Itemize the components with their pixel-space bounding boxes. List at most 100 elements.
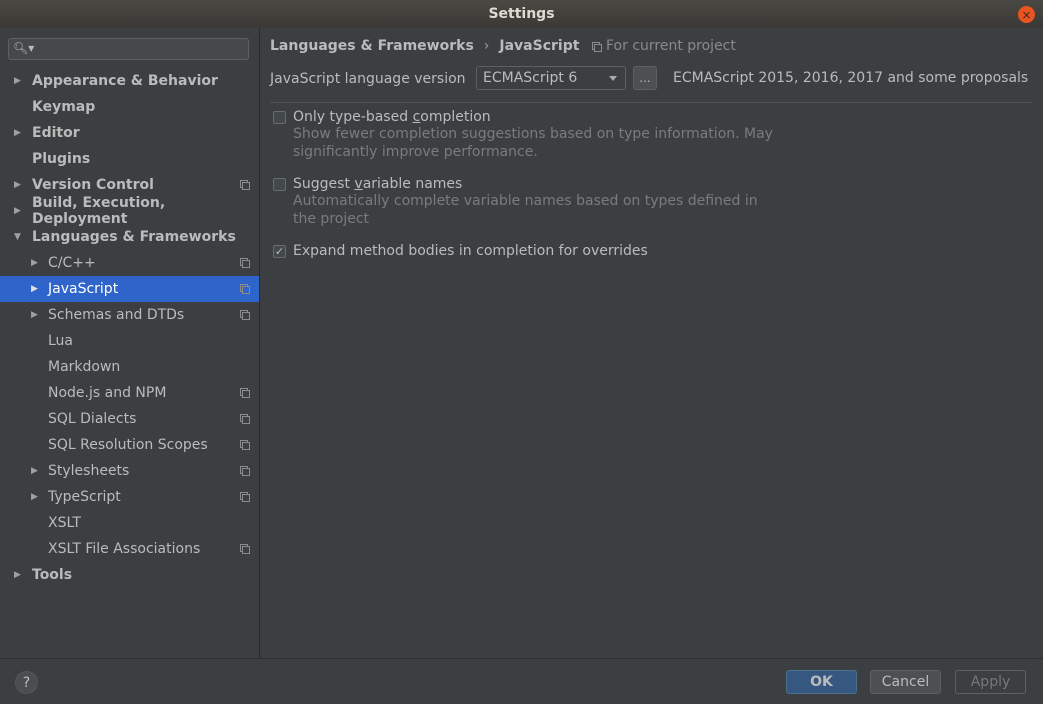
chevron-down-icon (609, 76, 617, 81)
project-scope-icon (240, 180, 250, 190)
sidebar-item-sql-resolution-scopes[interactable]: SQL Resolution Scopes (0, 432, 259, 458)
sidebar-item-plugins[interactable]: Plugins (0, 146, 259, 172)
project-scope-icon (240, 284, 250, 294)
suggest-variable-names-label[interactable]: Suggest variable names (293, 176, 462, 192)
collapsed-arrow-icon[interactable]: ▶ (31, 284, 38, 294)
sidebar-item-xslt[interactable]: XSLT (0, 510, 259, 536)
option-suggest-variable-names: Suggest variable names Automatically com… (273, 176, 773, 228)
sidebar-item-build-execution-deployment[interactable]: ▶ Build, Execution, Deployment (0, 195, 259, 227)
help-icon: ? (22, 674, 31, 691)
settings-panel: Languages & Frameworks › JavaScript For … (260, 28, 1043, 658)
project-scope-icon (240, 440, 250, 450)
type-based-completion-description: Show fewer completion suggestions based … (293, 126, 773, 160)
collapsed-arrow-icon[interactable]: ▶ (14, 570, 21, 580)
sidebar-item-schemas-and-dtds[interactable]: ▶ Schemas and DTDs (0, 302, 259, 328)
sidebar-item-node-js-and-npm[interactable]: Node.js and NPM (0, 380, 259, 406)
sidebar-item-label: Editor (32, 125, 80, 141)
sidebar-item-tools[interactable]: ▶ Tools (0, 562, 259, 588)
sidebar-item-label: Appearance & Behavior (32, 73, 218, 89)
ok-button[interactable]: OK (786, 670, 857, 694)
breadcrumb-separator: › (483, 38, 490, 54)
close-button[interactable]: × (1018, 6, 1035, 23)
collapsed-arrow-icon[interactable]: ▶ (14, 180, 21, 190)
option-expand-method-bodies: ✓ Expand method bodies in completion for… (273, 243, 648, 259)
expand-method-bodies-label[interactable]: Expand method bodies in completion for o… (293, 243, 648, 259)
collapsed-arrow-icon[interactable]: ▶ (31, 466, 38, 476)
settings-tree: ▶ Appearance & Behavior Keymap ▶ Editor Plugi… (0, 68, 259, 588)
sidebar-item-editor[interactable]: ▶ Editor (0, 120, 259, 146)
sidebar-item-markdown[interactable]: Markdown (0, 354, 259, 380)
apply-button[interactable]: Apply (955, 670, 1026, 694)
breadcrumb-parent[interactable]: Languages & Frameworks (270, 38, 474, 54)
collapsed-arrow-icon[interactable]: ▶ (31, 492, 38, 502)
project-scope-icon (240, 310, 250, 320)
sidebar-item-stylesheets[interactable]: ▶ Stylesheets (0, 458, 259, 484)
cancel-button[interactable]: Cancel (870, 670, 941, 694)
sidebar-item-label: Languages & Frameworks (32, 229, 236, 245)
language-version-more-button[interactable]: ... (633, 66, 657, 90)
breadcrumb-current: JavaScript (499, 38, 580, 54)
project-scope-icon (240, 258, 250, 268)
type-based-completion-checkbox[interactable] (273, 110, 286, 124)
dialog-footer: ? OK Cancel Apply (0, 659, 1043, 704)
sidebar-item-lua[interactable]: Lua (0, 328, 259, 354)
collapsed-arrow-icon[interactable]: ▶ (31, 310, 38, 320)
sidebar-item-label: Markdown (48, 359, 121, 375)
sidebar-item-label: SQL Resolution Scopes (48, 437, 208, 453)
sidebar-item-label: Tools (32, 567, 73, 583)
sidebar-item-label: Version Control (32, 177, 154, 193)
project-scope-icon (240, 466, 250, 476)
expand-method-bodies-checkbox[interactable]: ✓ (273, 244, 286, 258)
option-type-based-completion: Only type-based completion Show fewer co… (273, 109, 773, 161)
sidebar-item-label: XSLT File Associations (48, 541, 201, 557)
search-icon: 🔍︎▾ (13, 41, 35, 55)
sidebar-item-label: JavaScript (48, 281, 119, 297)
separator (270, 102, 1032, 103)
ellipsis-icon: ... (639, 71, 651, 85)
collapsed-arrow-icon[interactable]: ▶ (14, 206, 21, 216)
language-version-description: ECMAScript 2015, 2016, 2017 and some pro… (673, 70, 1029, 86)
check-icon: ✓ (274, 244, 285, 258)
project-scope-icon (592, 41, 602, 52)
sidebar-item-xslt-file-associations[interactable]: XSLT File Associations (0, 536, 259, 562)
suggest-variable-names-description: Automatically complete variable names ba… (293, 193, 758, 227)
sidebar-item-label: XSLT (48, 515, 81, 531)
window-title: Settings (488, 6, 555, 22)
sidebar-item-label: Node.js and NPM (48, 385, 167, 401)
collapsed-arrow-icon[interactable]: ▶ (31, 258, 38, 268)
sidebar: 🔍︎▾ ▶ Appearance & Behavior Keymap ▶ Editor P… (0, 28, 259, 658)
sidebar-item-label: SQL Dialects (48, 411, 137, 427)
collapsed-arrow-icon[interactable]: ▶ (14, 128, 21, 138)
sidebar-item-sql-dialects[interactable]: SQL Dialects (0, 406, 259, 432)
breadcrumb: Languages & Frameworks › JavaScript (270, 38, 579, 54)
project-scope-icon (240, 414, 250, 424)
search-input[interactable]: 🔍︎▾ (8, 38, 249, 60)
suggest-variable-names-checkbox[interactable] (273, 177, 286, 191)
close-icon: × (1021, 7, 1032, 22)
language-version-label: JavaScript language version (270, 71, 466, 87)
sidebar-item-languages-frameworks[interactable]: ▼ Languages & Frameworks (0, 224, 259, 250)
language-version-value: ECMAScript 6 (483, 70, 578, 86)
title-bar: Settings × (0, 0, 1043, 28)
type-based-completion-label[interactable]: Only type-based completion (293, 109, 491, 125)
sidebar-item-label: Stylesheets (48, 463, 130, 479)
sidebar-item-appearance-behavior[interactable]: ▶ Appearance & Behavior (0, 68, 259, 94)
sidebar-item-javascript[interactable]: ▶ JavaScript (0, 276, 259, 302)
collapsed-arrow-icon[interactable]: ▶ (14, 76, 21, 86)
project-scope-icon (240, 492, 250, 502)
sidebar-item-label: Build, Execution, Deployment (32, 195, 166, 227)
scope-label: For current project (606, 38, 736, 54)
sidebar-item-typescript[interactable]: ▶ TypeScript (0, 484, 259, 510)
sidebar-item-label: Lua (48, 333, 74, 349)
help-button[interactable]: ? (15, 671, 38, 694)
sidebar-item-label: Keymap (32, 99, 96, 115)
language-version-select[interactable]: ECMAScript 6 (476, 66, 626, 90)
expanded-arrow-icon[interactable]: ▼ (14, 232, 21, 242)
project-scope-icon (240, 388, 250, 398)
sidebar-item-c-c[interactable]: ▶ C/C++ (0, 250, 259, 276)
language-version-row: JavaScript language version ECMAScript 6… (270, 66, 1033, 92)
sidebar-item-keymap[interactable]: Keymap (0, 94, 259, 120)
sidebar-item-label: C/C++ (48, 255, 96, 271)
sidebar-item-label: TypeScript (48, 489, 121, 505)
scope-indicator: For current project (592, 38, 736, 54)
